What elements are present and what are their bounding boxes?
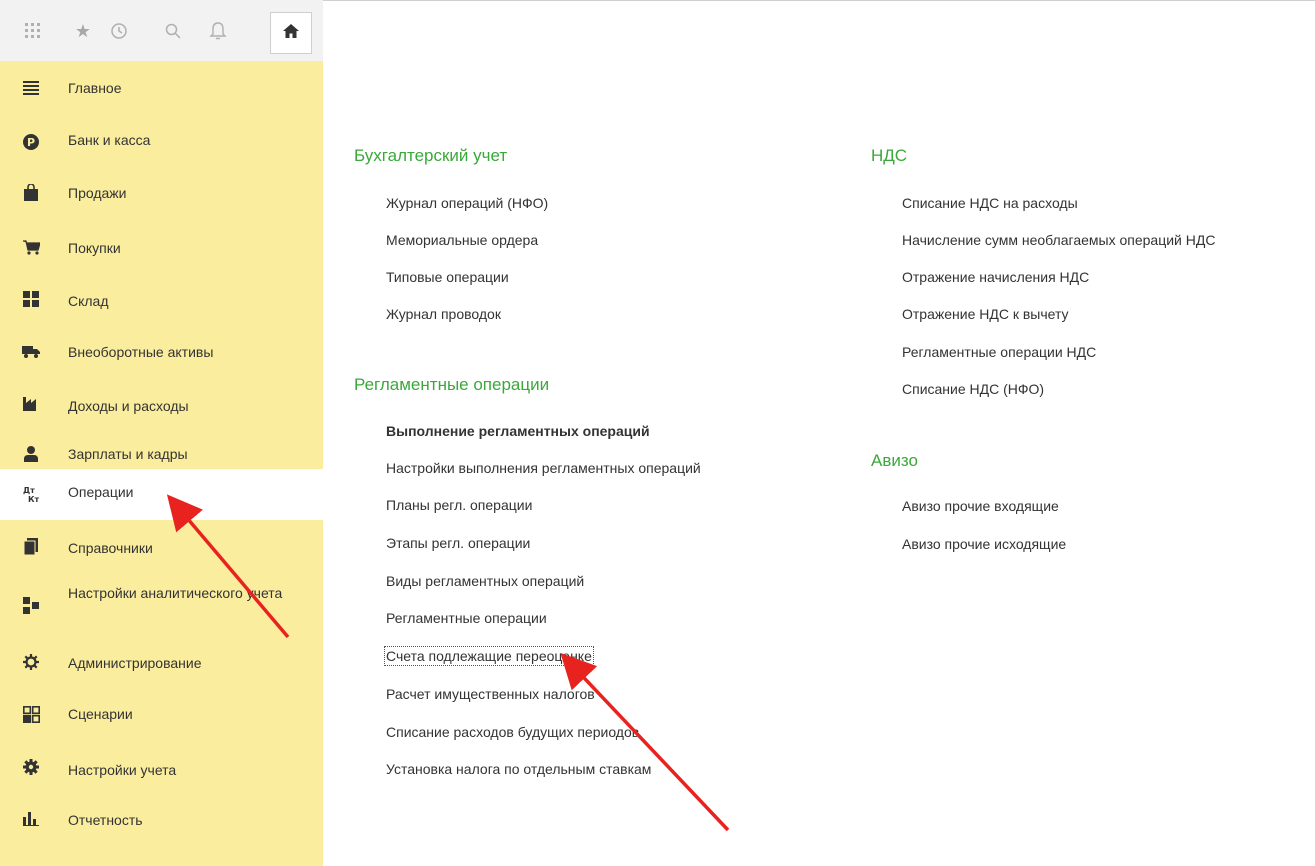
home-button[interactable] [270,12,312,54]
dt-kt-icon: Дт Кт [22,485,40,503]
home-icon [282,23,300,44]
sidebar-item-label: Банк и касса [68,132,151,148]
link-typical-operations[interactable]: Типовые операции [386,269,509,285]
sidebar-item-fixed-assets[interactable]: Внеоборотные активы [0,324,323,376]
sidebar-item-label: Операции [68,484,134,500]
sidebar-item-analytics-settings[interactable]: Настройки аналитического учета [0,572,323,637]
sidebar-item-sales[interactable]: Продажи [0,168,323,220]
link-revaluation-accounts[interactable]: Счета подлежащие переоценке [384,646,594,666]
truck-icon [22,342,40,360]
link-deferred-expenses[interactable]: Списание расходов будущих периодов [386,724,639,740]
link-regulated-plans[interactable]: Планы регл. операции [386,497,532,513]
link-vat-regulated[interactable]: Регламентные операции НДС [902,344,1096,360]
bar-chart-icon [22,810,40,828]
cart-icon [22,238,40,256]
link-vat-nontaxable[interactable]: Начисление сумм необлагаемых операций НД… [902,232,1315,248]
link-postings-journal[interactable]: Журнал проводок [386,306,501,322]
person-icon [22,445,40,463]
sidebar-item-bank[interactable]: Р Банк и касса [0,116,323,168]
link-vat-accrual[interactable]: Отражение начисления НДС [902,269,1089,285]
shopping-bag-icon [22,183,40,201]
sidebar-item-label: Настройки аналитического учета [68,585,283,601]
books-icon [22,537,40,555]
bell-icon[interactable] [205,18,231,44]
sidebar-item-label: Администрирование [68,655,202,671]
history-icon[interactable] [106,18,132,44]
factory-icon [22,394,40,412]
sidebar-item-catalogs[interactable]: Справочники [0,520,323,572]
section-title-accounting: Бухгалтерский учет [354,146,508,165]
sidebar-item-label: Отчетность [68,812,143,828]
sidebar-item-label: Справочники [68,540,153,556]
sidebar-item-accounting-settings[interactable]: Настройки учета [0,741,323,793]
top-divider [323,0,1315,1]
sidebar-item-purchases[interactable]: Покупки [0,220,323,272]
section-title-aviso: Авизо [871,451,918,470]
gear-icon [22,653,40,671]
link-vat-deduction[interactable]: Отражение НДС к вычету [902,306,1069,322]
link-aviso-incoming[interactable]: Авизо прочие входящие [902,498,1059,514]
apps-icon[interactable] [20,18,46,44]
sidebar-item-label: Сценарии [68,706,133,722]
ruble-icon: Р [22,133,40,151]
sidebar-item-scenarios[interactable]: Сценарии [0,689,323,741]
link-vat-writeoff-expenses[interactable]: Списание НДС на расходы [902,195,1078,211]
link-perform-regulated[interactable]: Выполнение регламентных операций [386,423,650,439]
sidebar-item-warehouse[interactable]: Склад [0,272,323,324]
sidebar-item-label: Продажи [68,185,127,201]
sidebar-item-label: Внеоборотные активы [68,344,214,360]
sidebar-item-label: Главное [68,80,122,96]
svg-text:Дт: Дт [23,486,35,495]
svg-text:Кт: Кт [28,495,40,503]
sidebar-item-income-expenses[interactable]: Доходы и расходы [0,376,323,428]
link-vat-writeoff-nfo[interactable]: Списание НДС (НФО) [902,381,1044,397]
sidebar-item-label: Доходы и расходы [68,398,189,414]
top-toolbar: ★ [0,0,323,62]
link-regulated-operations[interactable]: Регламентные операции [386,610,547,626]
sidebar-item-label: Зарплаты и кадры [68,446,188,462]
sidebar: Главное Р Банк и касса Продажи Покупки С… [0,61,323,866]
search-icon[interactable] [160,18,186,44]
sidebar-item-reports[interactable]: Отчетность [0,793,323,845]
star-icon[interactable]: ★ [70,18,96,44]
section-title-vat: НДС [871,146,908,165]
link-property-taxes[interactable]: Расчет имущественных налогов [386,686,595,702]
sidebar-item-administration[interactable]: Администрирование [0,637,323,689]
sidebar-item-label: Склад [68,293,109,309]
warehouse-icon [22,290,40,308]
link-operations-journal[interactable]: Журнал операций (НФО) [386,195,548,211]
link-memorial-orders[interactable]: Мемориальные ордера [386,232,538,248]
cog-icon [22,758,40,776]
link-regulated-stages[interactable]: Этапы регл. операции [386,535,530,551]
sidebar-item-label: Настройки учета [68,762,177,778]
link-separate-rates[interactable]: Установка налога по отдельным ставкам [386,761,651,777]
link-regulated-types[interactable]: Виды регламентных операций [386,573,584,589]
link-aviso-outgoing[interactable]: Авизо прочие исходящие [902,536,1066,552]
scenarios-icon [22,705,40,723]
link-regulated-settings[interactable]: Настройки выполнения регламентных операц… [386,460,701,476]
analytics-settings-icon [22,596,40,614]
sidebar-item-label: Покупки [68,240,121,256]
svg-text:Р: Р [27,136,35,149]
section-title-regulated: Регламентные операции [354,375,550,394]
menu-icon [22,79,40,97]
sidebar-item-operations[interactable]: Дт Кт Операции [0,469,323,520]
sidebar-item-main[interactable]: Главное [0,61,323,116]
